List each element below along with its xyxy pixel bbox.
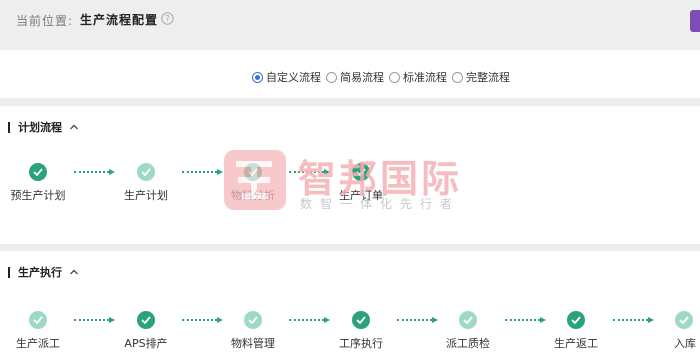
radio-label: 自定义流程 xyxy=(266,71,321,84)
section-title: 计划流程 xyxy=(18,121,62,134)
radio-label: 完整流程 xyxy=(466,71,510,84)
step-label: 派工质检 xyxy=(446,337,490,350)
flow-step[interactable]: 预生产计划 xyxy=(0,163,78,203)
flow-step[interactable]: APS排产 xyxy=(106,311,186,351)
section-title: 生产执行 xyxy=(18,266,62,279)
check-circle-icon xyxy=(352,311,370,329)
flow-step[interactable]: 生产订单 xyxy=(321,163,401,203)
step-label: 生产返工 xyxy=(554,337,598,350)
radio-custom-flow[interactable]: 自定义流程 xyxy=(252,69,321,85)
section-marker xyxy=(8,121,10,133)
section-header[interactable]: 计划流程 xyxy=(8,119,79,135)
plan-flow-section: 计划流程 预生产计划 生产计划 物料分析 生产订单 xyxy=(0,106,700,244)
page-title: 生产流程配置 xyxy=(80,13,159,27)
radio-label: 标准流程 xyxy=(403,71,447,84)
check-circle-icon xyxy=(29,163,47,181)
flow-mode-radio-group: 自定义流程 简易流程 标准流程 完整流程 xyxy=(252,69,515,85)
chevron-up-icon[interactable] xyxy=(69,267,79,277)
flow-mode-panel: 自定义流程 简易流程 标准流程 完整流程 xyxy=(0,50,700,98)
action-button[interactable] xyxy=(690,10,700,32)
flow-step[interactable]: 生产派工 xyxy=(0,311,78,351)
radio-simple-flow[interactable]: 简易流程 xyxy=(326,69,384,85)
check-circle-icon xyxy=(244,163,262,181)
step-label: 预生产计划 xyxy=(10,189,66,202)
step-label: 生产派工 xyxy=(16,337,60,350)
radio-dot[interactable] xyxy=(326,71,337,83)
flow-step[interactable]: 生产计划 xyxy=(106,163,186,203)
step-label: 物料管理 xyxy=(231,337,275,350)
flow-step[interactable]: 物料分析 xyxy=(213,163,293,203)
check-circle-icon xyxy=(675,311,693,329)
flow-step[interactable]: 物料管理 xyxy=(213,311,293,351)
check-circle-icon xyxy=(137,311,155,329)
check-circle-icon xyxy=(352,163,370,181)
breadcrumb-label: 当前位置: xyxy=(16,14,74,28)
step-label: 入库 xyxy=(674,337,696,350)
radio-dot[interactable] xyxy=(452,71,463,83)
flow-step[interactable]: 生产返工 xyxy=(536,311,616,351)
section-header[interactable]: 生产执行 xyxy=(8,264,79,280)
step-label: 生产订单 xyxy=(339,189,383,202)
check-circle-icon xyxy=(567,311,585,329)
radio-complete-flow[interactable]: 完整流程 xyxy=(452,69,510,85)
flow-step[interactable]: 工序执行 xyxy=(321,311,401,351)
section-marker xyxy=(8,266,10,278)
exec-flow-section: 生产执行 生产派工 APS排产 物料管理 工序执行 派工质检 生产返工 入库 xyxy=(0,251,700,363)
radio-dot[interactable] xyxy=(252,71,263,83)
check-circle-icon xyxy=(459,311,477,329)
check-circle-icon xyxy=(29,311,47,329)
header-bar: 当前位置: 生产流程配置 ? xyxy=(0,0,700,50)
flow-step[interactable]: 派工质检 xyxy=(428,311,508,351)
step-label: APS排产 xyxy=(124,337,168,350)
check-circle-icon xyxy=(137,163,155,181)
chevron-up-icon[interactable] xyxy=(69,122,79,132)
step-label: 物料分析 xyxy=(231,189,275,202)
radio-dot[interactable] xyxy=(389,71,400,83)
radio-label: 简易流程 xyxy=(340,71,384,84)
svg-text:?: ? xyxy=(165,15,170,25)
question-circle-icon[interactable]: ? xyxy=(161,12,174,25)
step-label: 工序执行 xyxy=(339,337,383,350)
radio-standard-flow[interactable]: 标准流程 xyxy=(389,69,447,85)
flow-step[interactable]: 入库 xyxy=(644,311,700,351)
check-circle-icon xyxy=(244,311,262,329)
step-label: 生产计划 xyxy=(124,189,168,202)
